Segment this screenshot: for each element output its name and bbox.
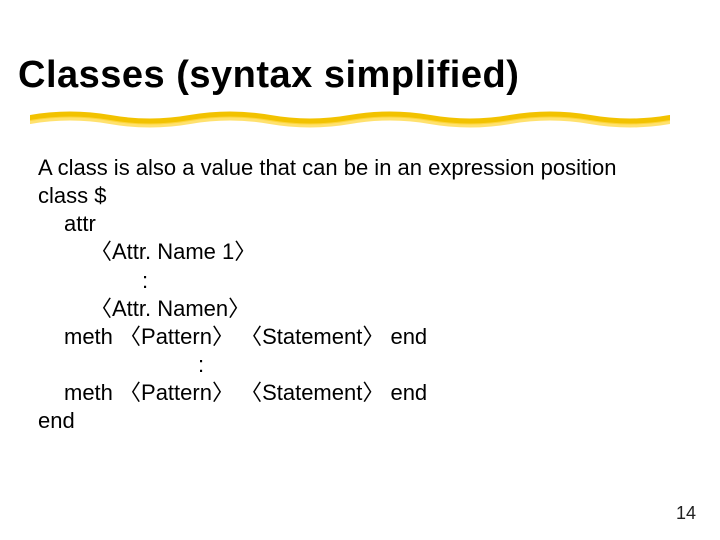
slide-body: A class is also a value that can be in a… [38, 154, 616, 436]
slide-title: Classes (syntax simplified) [18, 54, 519, 97]
code-line-meth1: meth 〈Pattern〉 〈Statement〉 end [38, 323, 616, 351]
title-underline [30, 108, 670, 128]
slide: Classes (syntax simplified) A class is a… [0, 0, 720, 540]
code-line-attr1: 〈Attr. Name 1〉 [38, 238, 616, 266]
code-line-end: end [38, 407, 616, 435]
code-line-attrn: 〈Attr. Namen〉 [38, 295, 616, 323]
code-line-vdots2: : [38, 351, 616, 379]
code-line-meth2: meth 〈Pattern〉 〈Statement〉 end [38, 379, 616, 407]
intro-text: A class is also a value that can be in a… [38, 154, 616, 182]
page-number: 14 [676, 503, 696, 524]
code-line-class: class $ [38, 182, 616, 210]
code-line-vdots1: : [38, 267, 616, 295]
code-line-attr-kw: attr [38, 210, 616, 238]
